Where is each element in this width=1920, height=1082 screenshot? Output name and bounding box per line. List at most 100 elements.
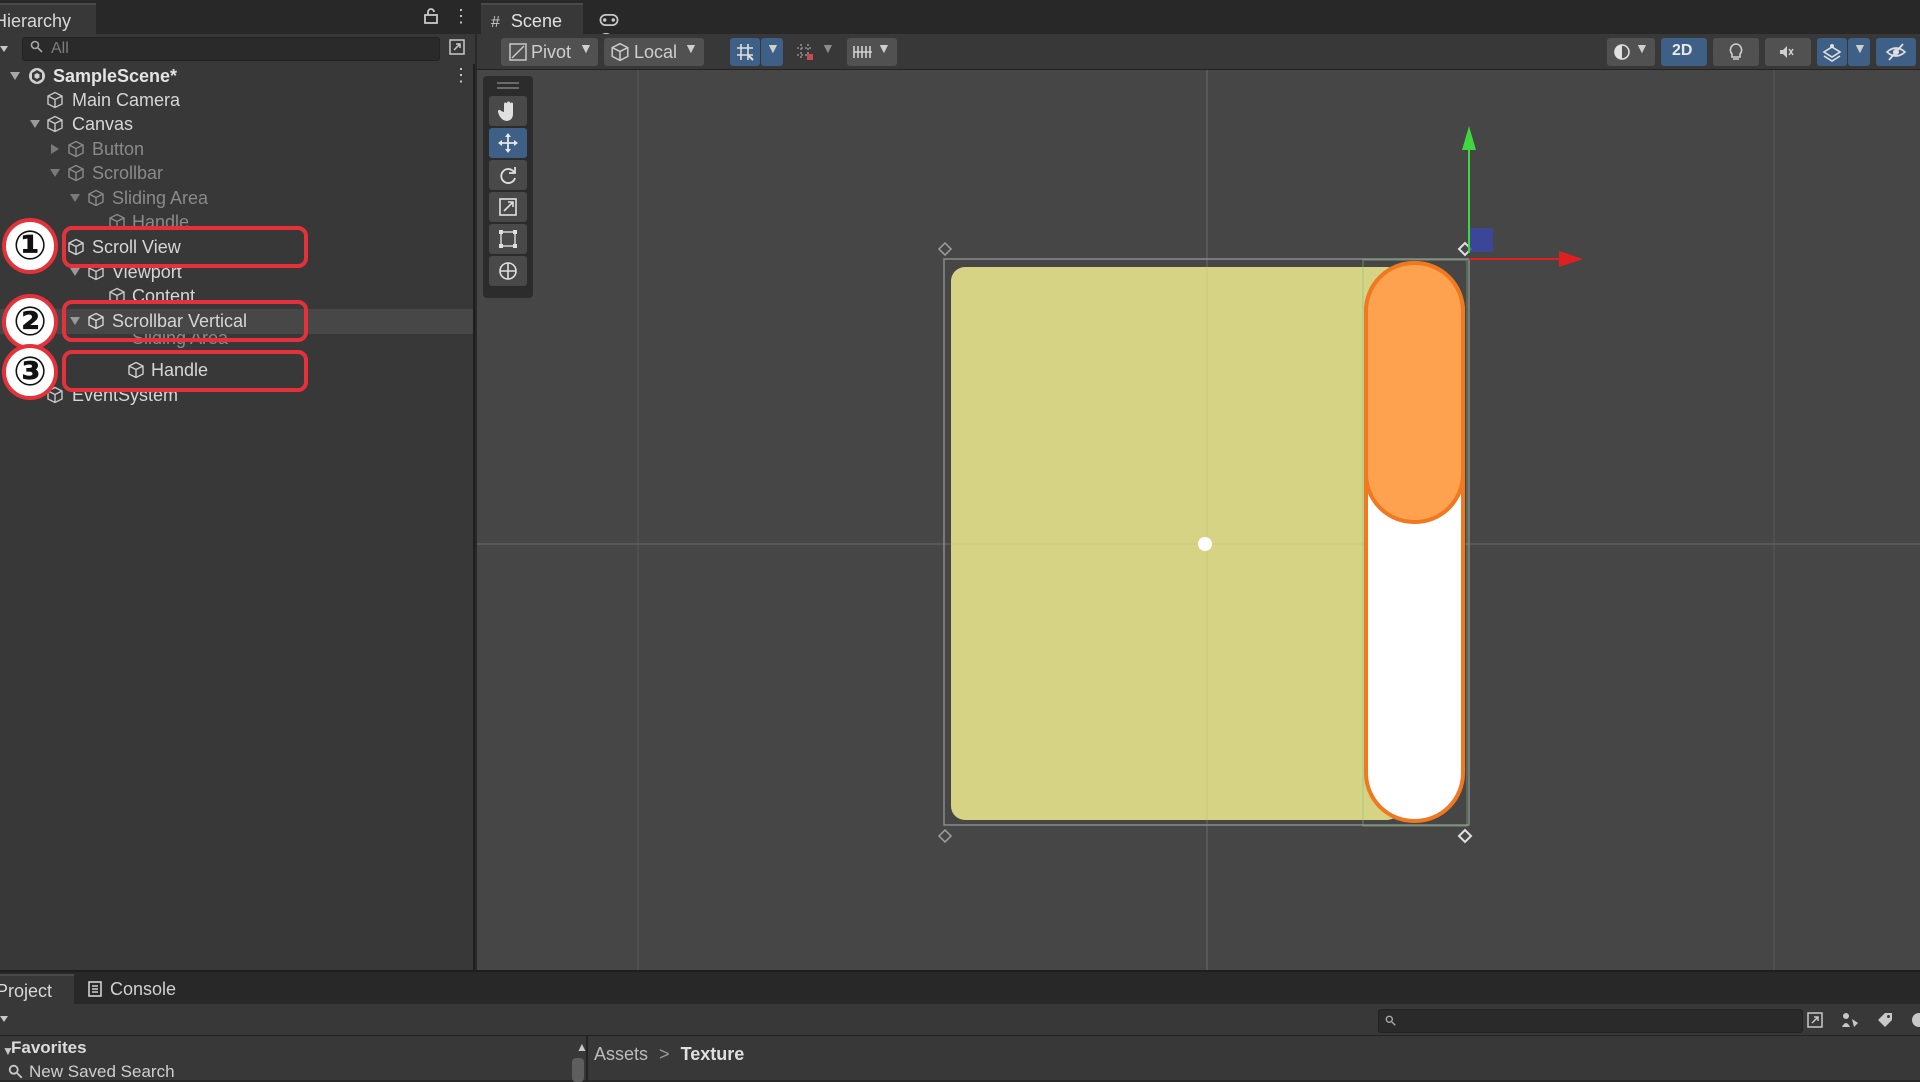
search-icon [8,1064,23,1079]
expand-arrow-icon[interactable] [10,71,20,81]
rotate-tool-button[interactable] [489,160,527,190]
grid-snap-dropdown[interactable]: ▼ [761,38,783,66]
rect-tool-icon [499,230,517,248]
hierarchy-item-canvas[interactable]: Canvas [0,112,473,136]
favorites-label[interactable]: Favorites [11,1038,87,1058]
scene-panel: # Scene Game Pivot ▼ Local ▼ ▼ ▼ ▼ [477,0,1920,970]
ruler-dropdown[interactable]: ▼ [847,38,897,66]
move-tool-icon [498,133,518,153]
scene-canvas[interactable] [477,70,1920,970]
gizmo-x-arrow[interactable] [1559,251,1583,267]
item-label: Main Camera [72,90,181,110]
drag-handle-icon[interactable] [497,82,519,84]
chevron-down-icon: ▼ [821,40,835,56]
collapsed-arrow-icon[interactable] [50,144,60,154]
cube-icon [47,115,63,133]
pivot-center-icon[interactable] [1198,537,1212,551]
tab-scene[interactable]: # Scene [481,3,583,34]
grid-snap-toggle[interactable] [730,38,760,66]
hierarchy-search-row: All [0,34,475,64]
corner-handle-bl[interactable] [937,828,953,844]
expand-arrow-icon[interactable] [50,168,60,178]
lighting-toggle[interactable] [1713,38,1759,66]
tab-scene-label: Scene [510,11,562,31]
snap-icon [797,44,813,60]
cube-icon [68,164,84,182]
item-label: Button [92,139,145,159]
visibility-toggle[interactable] [1876,38,1916,66]
corner-handle-tl[interactable] [937,241,953,257]
chevron-right-icon: > [659,1044,670,1064]
project-search-input[interactable] [1378,1009,1803,1033]
scrollbar-handle[interactable] [1364,261,1465,524]
create-dropdown-icon[interactable] [0,44,10,54]
expand-arrow-icon[interactable] [30,119,40,129]
pivot-icon [509,43,527,61]
add-icon[interactable] [448,38,466,56]
tab-console[interactable]: Console [110,979,176,1000]
add-dropdown-icon[interactable] [0,1014,8,1024]
corner-handle-br[interactable] [1457,828,1473,844]
pivot-label: Pivot [531,42,572,62]
tab-project[interactable]: Project [0,974,74,1004]
scene-viewport[interactable] [477,70,1920,970]
tab-game[interactable]: Game [589,3,679,50]
local-dropdown[interactable]: Local ▼ [604,38,704,66]
search-by-type-icon[interactable] [1806,1011,1824,1029]
project-panel: Project Console ▼ ▲ Favorites New Saved … [0,970,1920,1082]
gamepad-icon [599,14,619,27]
callout-box-1 [62,226,308,268]
callout-box-3 [62,350,308,392]
tab-hierarchy[interactable]: Hierarchy [0,3,96,34]
lighting-icon [1729,43,1743,60]
menu-dots-icon[interactable]: ⋮ [452,7,470,25]
hierarchy-scene-row[interactable]: SampleScene* ⋮ [0,64,473,88]
snap-increment-button[interactable]: ▼ [789,38,841,66]
hierarchy-search-input[interactable]: All [22,37,440,61]
transform-tool-button[interactable] [489,256,527,286]
hand-tool-button[interactable] [489,96,527,126]
scale-tool-button[interactable] [489,192,527,222]
hierarchy-item-sliding-area[interactable]: Sliding Area [0,186,473,210]
mode-2d-label: 2D [1672,42,1693,59]
audio-toggle[interactable] [1765,38,1811,66]
draw-mode-dropdown[interactable]: ▼ [1607,38,1655,66]
expand-arrow-icon[interactable] [70,193,80,203]
grid-icon: # [491,14,500,31]
expand-arrow-icon[interactable] [70,267,80,277]
breadcrumb-texture[interactable]: Texture [681,1044,745,1064]
search-icon [30,40,43,53]
gizmo-y-arrow[interactable] [1462,126,1476,150]
scene-toolbar: Pivot ▼ Local ▼ ▼ ▼ ▼ ▼ 2D ▼ [477,34,1920,70]
chevron-down-icon: ▼ [877,40,891,56]
pivot-dropdown[interactable]: Pivot ▼ [501,38,598,66]
callout-number-1: ① [2,218,58,274]
item-label: Canvas [72,114,134,134]
callout-box-2 [62,300,308,342]
scrollbar-thumb[interactable] [572,1058,584,1082]
tag-icon[interactable] [1876,1011,1894,1029]
lock-icon[interactable] [424,8,438,24]
rect-tool-button[interactable] [489,224,527,254]
saved-search-item[interactable]: New Saved Search [29,1062,175,1082]
move-tool-button[interactable] [489,128,527,158]
chevron-down-icon: ▼ [1853,40,1867,56]
star-icon[interactable] [1910,1011,1920,1029]
hierarchy-item-button[interactable]: Button [0,137,473,161]
project-divider[interactable] [586,1036,588,1082]
effects-dropdown[interactable]: ▼ [1848,38,1870,66]
hand-tool-icon [498,101,513,121]
breadcrumb-assets[interactable]: Assets [594,1044,648,1064]
mode-2d-toggle[interactable]: 2D [1661,38,1707,66]
effects-toggle[interactable] [1817,38,1847,66]
console-icon [88,981,102,997]
project-tabbar: Project Console [0,972,1920,1004]
cube-icon [47,91,63,109]
hierarchy-item-main-camera[interactable]: Main Camera [0,88,473,112]
menu-dots-icon[interactable]: ⋮ [452,65,470,86]
hierarchy-item-scrollbar[interactable]: Scrollbar [0,161,473,185]
shading-icon [1614,44,1630,60]
search-by-label-icon[interactable] [1840,1011,1860,1029]
drag-handle-line [497,87,519,89]
gizmo-plane-handle[interactable] [1469,228,1493,252]
